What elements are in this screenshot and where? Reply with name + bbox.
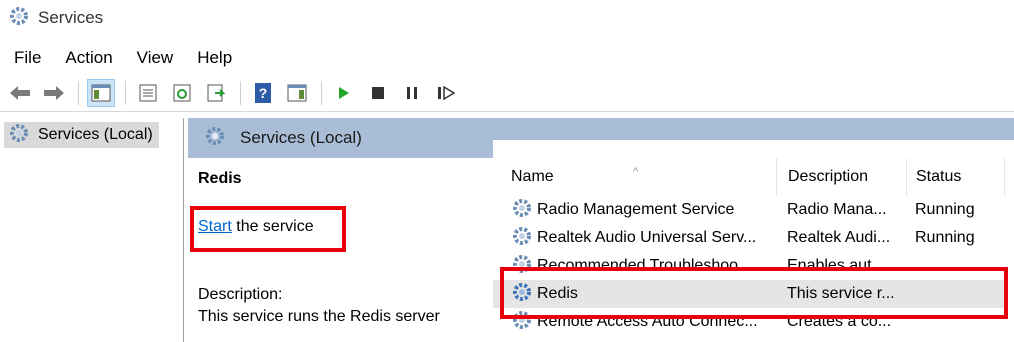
pause-icon[interactable] (398, 79, 426, 107)
toolbar-separator (125, 80, 126, 105)
gear-icon (8, 122, 30, 149)
window-title: Services (38, 8, 104, 27)
description-text: This service runs the Redis server (198, 308, 440, 325)
gear-icon (204, 125, 226, 152)
sort-caret-icon: ^ (633, 166, 639, 178)
pane-title: Services (Local) (240, 128, 362, 147)
table-row[interactable]: Remote Access Auto Connec... Creates a c… (493, 308, 1004, 336)
svg-text:?: ? (259, 85, 268, 101)
service-description: This service r... (787, 285, 895, 302)
toolbar-separator (240, 80, 241, 105)
menu-bar: File Action View Help (0, 44, 256, 72)
properties-icon[interactable] (134, 79, 162, 107)
row-name-cell: Radio Management Service (493, 197, 776, 224)
menu-file[interactable]: File (14, 48, 41, 68)
toolbar-separator (78, 80, 79, 105)
service-status: Running (915, 201, 975, 218)
service-description: Enables aut... (787, 257, 885, 274)
table-row[interactable]: Recommended Troubleshoo... Enables aut..… (493, 252, 1004, 280)
start-suffix: the service (231, 218, 314, 235)
start-service-line: Start the service (198, 218, 314, 236)
service-status: Running (915, 229, 975, 246)
toolbar: ? (0, 74, 1014, 112)
services-pane: Services (Local) Redis Start the service… (188, 118, 1014, 342)
column-header-label: Description (788, 168, 869, 185)
service-detail: Redis Start the service Description: Thi… (198, 170, 498, 325)
menu-help[interactable]: Help (197, 48, 232, 68)
row-name-cell: Redis (493, 281, 776, 308)
service-description: Radio Mana... (787, 201, 887, 218)
menu-view[interactable]: View (137, 48, 174, 68)
export-list-icon[interactable] (202, 79, 230, 107)
column-header-name[interactable]: ^ Name (493, 158, 776, 196)
gear-icon (511, 253, 533, 280)
service-name: Realtek Audio Universal Serv... (537, 229, 757, 246)
column-header-description[interactable]: Description (776, 158, 906, 196)
table-row-selected[interactable]: Redis This service r... (493, 280, 1004, 308)
gear-icon (511, 281, 533, 308)
back-arrow-icon[interactable] (6, 79, 34, 107)
table-row[interactable]: Realtek Audio Universal Serv... Realtek … (493, 224, 1004, 252)
start-service-link[interactable]: Start (198, 218, 232, 235)
tree-item-services-local[interactable]: Services (Local) (4, 122, 159, 148)
selected-service-name: Redis (198, 170, 242, 187)
service-name: Redis (537, 285, 578, 302)
forward-arrow-icon[interactable] (40, 79, 68, 107)
service-description: Realtek Audi... (787, 229, 891, 246)
services-list[interactable]: ^ Name Description Status Radio Manageme… (493, 140, 1014, 342)
toolbar-separator (321, 80, 322, 105)
row-name-cell: Remote Access Auto Connec... (493, 309, 776, 336)
stop-icon[interactable] (364, 79, 392, 107)
row-name-cell: Realtek Audio Universal Serv... (493, 225, 776, 252)
column-header-label: Name (511, 168, 554, 185)
service-name: Recommended Troubleshoo... (537, 257, 752, 274)
column-header-more[interactable] (1004, 158, 1014, 196)
menu-action[interactable]: Action (65, 48, 112, 68)
show-hide-action-pane-icon[interactable] (283, 79, 311, 107)
help-icon[interactable]: ? (249, 79, 277, 107)
service-name: Radio Management Service (537, 201, 735, 218)
start-icon[interactable] (330, 79, 358, 107)
column-header-status[interactable]: Status (906, 158, 1004, 196)
gear-icon (8, 5, 30, 32)
gear-icon (511, 197, 533, 224)
console-tree-icon[interactable] (87, 78, 115, 107)
refresh-icon[interactable] (168, 79, 196, 107)
tree-item-label: Services (Local) (38, 126, 153, 143)
column-header-label: Status (916, 168, 962, 185)
console-tree: Services (Local) (0, 118, 184, 342)
gear-icon (511, 309, 533, 336)
row-name-cell: Recommended Troubleshoo... (493, 253, 776, 280)
description-label: Description: (198, 286, 283, 303)
restart-icon[interactable] (432, 79, 460, 107)
table-row[interactable]: Radio Management Service Radio Mana... R… (493, 196, 1004, 224)
service-description: Creates a co... (787, 313, 892, 330)
service-name: Remote Access Auto Connec... (537, 313, 758, 330)
title-bar: Services (0, 0, 1014, 36)
gear-icon (511, 225, 533, 252)
